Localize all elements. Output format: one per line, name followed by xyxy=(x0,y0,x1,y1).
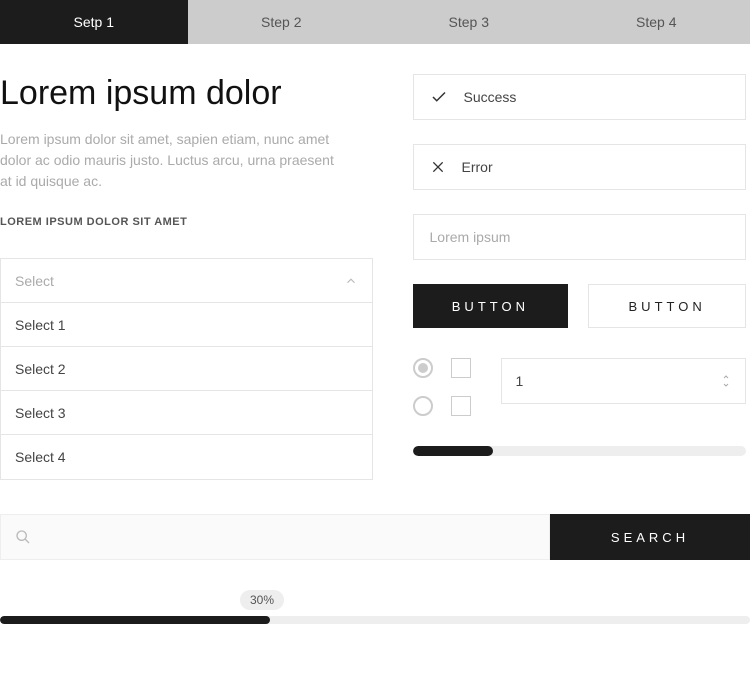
page-heading: Lorem ipsum dolor xyxy=(0,74,373,113)
alert-error: Error xyxy=(413,144,747,190)
select-option-3[interactable]: Select 3 xyxy=(1,391,372,435)
radio-option-1[interactable] xyxy=(413,358,433,378)
select-option-2[interactable]: Select 2 xyxy=(1,347,372,391)
select-option-4[interactable]: Select 4 xyxy=(1,435,372,479)
select-option-1-label: Select 1 xyxy=(15,317,66,333)
select-option-4-label: Select 4 xyxy=(15,449,66,465)
step-tab-3[interactable]: Step 3 xyxy=(375,0,563,44)
step-tab-2[interactable]: Step 2 xyxy=(188,0,376,44)
stepper-up-icon[interactable] xyxy=(721,373,731,381)
step-tab-1-label: Setp 1 xyxy=(74,14,114,30)
search-button-label: SEARCH xyxy=(611,530,689,545)
select-dropdown: Select Select 1 Select 2 Select 3 Select… xyxy=(0,258,373,480)
text-input[interactable] xyxy=(413,214,747,260)
page-subheading: LOREM IPSUM DOLOR SIT AMET xyxy=(0,216,373,228)
step-tab-4[interactable]: Step 4 xyxy=(563,0,750,44)
progress-bar xyxy=(0,616,750,624)
select-dropdown-placeholder: Select xyxy=(15,273,54,289)
select-dropdown-toggle[interactable]: Select xyxy=(1,259,372,303)
close-icon xyxy=(430,159,446,175)
stepper-down-icon[interactable] xyxy=(721,381,731,389)
secondary-button-label: BUTTON xyxy=(629,299,706,314)
select-option-2-label: Select 2 xyxy=(15,361,66,377)
page-description: Lorem ipsum dolor sit amet, sapien etiam… xyxy=(0,129,340,192)
quantity-stepper-value: 1 xyxy=(516,373,524,389)
step-tabs: Setp 1 Step 2 Step 3 Step 4 xyxy=(0,0,750,44)
select-option-1[interactable]: Select 1 xyxy=(1,303,372,347)
radio-checkbox-group xyxy=(413,358,471,416)
step-tab-1[interactable]: Setp 1 xyxy=(0,0,188,44)
checkbox-2[interactable] xyxy=(451,396,471,416)
slider-fill xyxy=(413,446,493,456)
step-tab-3-label: Step 3 xyxy=(449,14,489,30)
search-input[interactable] xyxy=(0,514,550,560)
checkbox-1[interactable] xyxy=(451,358,471,378)
slider[interactable] xyxy=(413,446,747,456)
select-option-3-label: Select 3 xyxy=(15,405,66,421)
progress-percent-label: 30% xyxy=(240,590,284,610)
step-tab-2-label: Step 2 xyxy=(261,14,301,30)
alert-success: Success xyxy=(413,74,747,120)
secondary-button[interactable]: BUTTON xyxy=(588,284,746,328)
check-icon xyxy=(430,88,448,106)
alert-error-label: Error xyxy=(462,159,493,175)
search-icon xyxy=(15,529,31,545)
step-tab-4-label: Step 4 xyxy=(636,14,676,30)
radio-option-2[interactable] xyxy=(413,396,433,416)
chevron-up-icon xyxy=(344,274,358,288)
primary-button-label: BUTTON xyxy=(452,299,529,314)
quantity-stepper[interactable]: 1 xyxy=(501,358,747,404)
progress-bar-fill xyxy=(0,616,270,624)
alert-success-label: Success xyxy=(464,89,517,105)
search-button[interactable]: SEARCH xyxy=(550,514,750,560)
primary-button[interactable]: BUTTON xyxy=(413,284,569,328)
